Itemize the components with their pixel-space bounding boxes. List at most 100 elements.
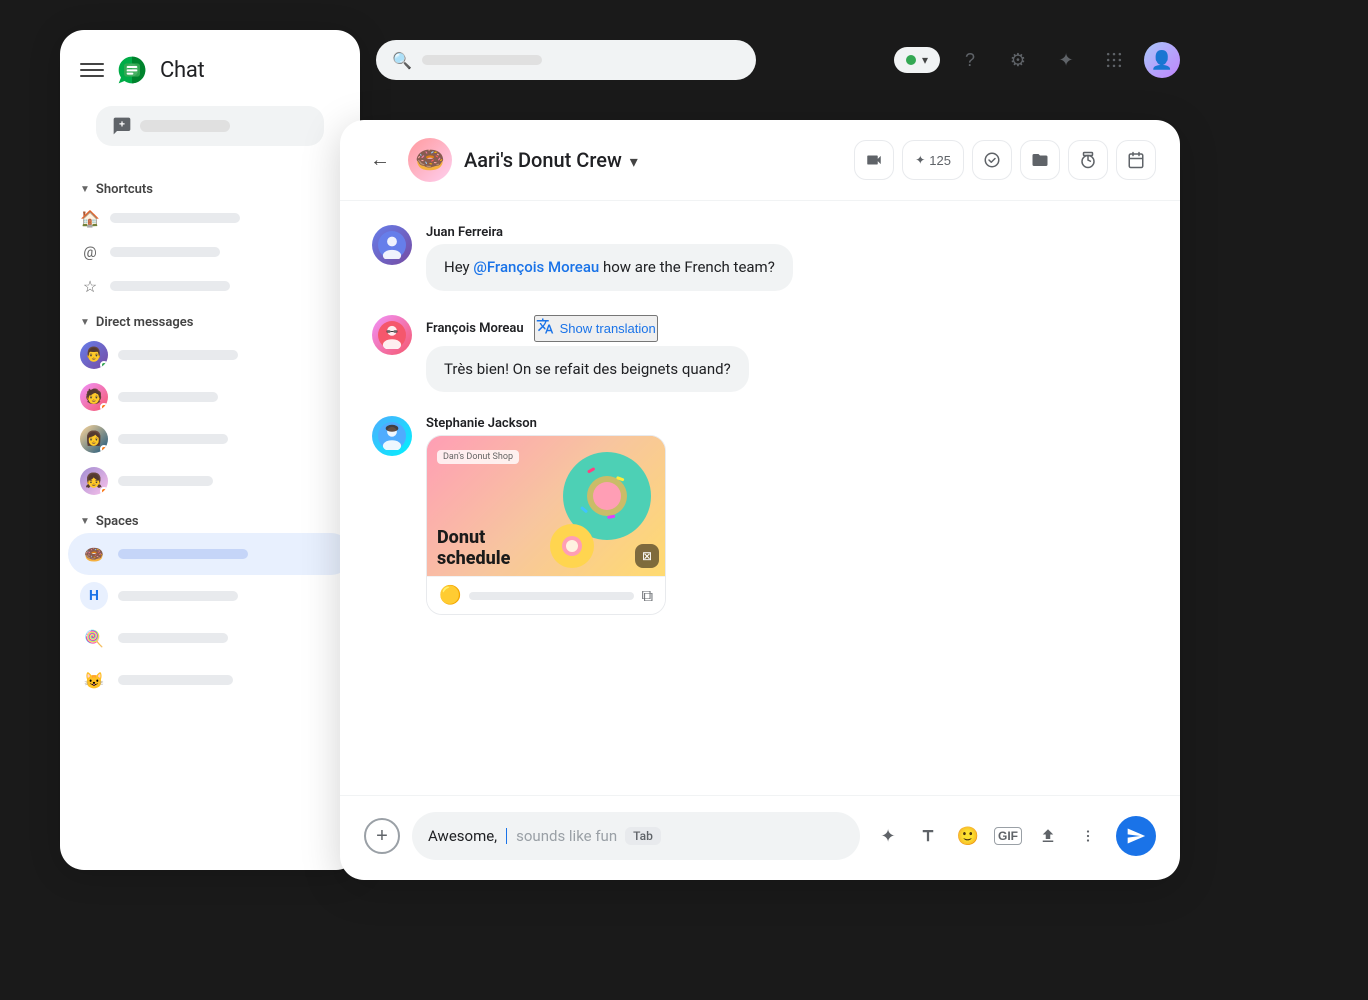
help-button[interactable]: ?: [952, 42, 988, 78]
format-text-button[interactable]: [912, 820, 944, 852]
stephanie-sender-name: Stephanie Jackson: [426, 416, 537, 431]
chat-header-actions: ✦ 125: [854, 140, 1156, 180]
gemini-compose-button[interactable]: ✦: [872, 820, 904, 852]
francois-avatar-img: [378, 321, 406, 349]
translate-svg-icon: [536, 317, 554, 335]
settings-icon: ⚙: [1010, 50, 1026, 71]
gemini-actions-button[interactable]: ✦ 125: [902, 140, 964, 180]
juan-sender-name: Juan Ferreira: [426, 225, 503, 240]
space-icon-candy: 🍭: [80, 624, 108, 652]
emoji-button[interactable]: 🙂: [952, 820, 984, 852]
spaces-section-label[interactable]: ▼ Spaces: [60, 506, 360, 533]
message-input-box[interactable]: Awesome, sounds like fun Tab: [412, 812, 860, 860]
chat-title-chevron-icon[interactable]: ▾: [630, 152, 638, 171]
status-chevron-icon: ▾: [922, 53, 928, 67]
add-attachment-button[interactable]: +: [364, 818, 400, 854]
juan-mention[interactable]: @François Moreau: [473, 258, 599, 276]
spaces-label-text: Spaces: [96, 514, 139, 529]
new-chat-button[interactable]: [96, 106, 324, 146]
message-group-francois: François Moreau Show translation Très bi…: [372, 315, 1148, 393]
card-overlay-icon: ⊠: [635, 544, 659, 568]
gif-icon: GIF: [994, 827, 1022, 845]
juan-message-content: Juan Ferreira Hey @François Moreau how a…: [426, 225, 793, 291]
francois-message-content: François Moreau Show translation Très bi…: [426, 315, 749, 393]
dm-3-bar: [118, 434, 228, 444]
dm-2-bar: [118, 392, 218, 402]
user-avatar[interactable]: 👤: [1144, 42, 1180, 78]
card-footer-icon: 🟡: [439, 585, 461, 606]
dm-avatar-3: 👩: [80, 425, 108, 453]
show-translation-button[interactable]: Show translation: [534, 315, 658, 342]
direct-messages-section: ▼ Direct messages 👨 🧑 👩: [60, 307, 360, 502]
juan-message-bubble: Hey @François Moreau how are the French …: [426, 244, 793, 291]
sidebar-item-home[interactable]: 🏠: [60, 201, 360, 235]
gemini-count: 125: [929, 153, 951, 168]
back-button[interactable]: ←: [364, 144, 396, 176]
search-input-placeholder: [422, 55, 542, 65]
files-button[interactable]: [1020, 140, 1060, 180]
spaces-chevron-icon: ▼: [80, 516, 90, 527]
stephanie-sender-row: Stephanie Jackson: [426, 416, 666, 431]
more-options-button[interactable]: [1072, 820, 1104, 852]
sidebar-item-space-h[interactable]: H: [60, 575, 360, 617]
send-button[interactable]: [1116, 816, 1156, 856]
card-shop-name-overlay: Dan's Donut Shop: [437, 444, 519, 463]
sidebar-item-dm-4[interactable]: 👧: [60, 460, 360, 502]
dm-avatar-2: 🧑: [80, 383, 108, 411]
shortcuts-section: ▼ Shortcuts 🏠 @ ☆: [60, 174, 360, 303]
status-button[interactable]: ▾: [894, 47, 940, 73]
settings-button[interactable]: ⚙: [1000, 42, 1036, 78]
dm-label-text: Direct messages: [96, 315, 194, 330]
card-shop-name-text: Dan's Donut Shop: [437, 450, 519, 464]
donut-schedule-card[interactable]: Dan's Donut Shop Donutschedule ⊠ 🟡 ⧉: [426, 435, 666, 615]
stephanie-avatar-img: [378, 422, 406, 450]
dm-status-dot-2: [100, 403, 108, 411]
space-icon-cat: 😺: [80, 666, 108, 694]
input-placeholder: sounds like fun: [516, 827, 617, 845]
more-options-icon: [1079, 827, 1097, 845]
sidebar-item-dm-2[interactable]: 🧑: [60, 376, 360, 418]
tasks-button[interactable]: [972, 140, 1012, 180]
search-icon: 🔍: [392, 51, 412, 70]
dm-status-dot-3: [100, 445, 108, 453]
card-copy-icon[interactable]: ⧉: [642, 586, 653, 606]
timer-button[interactable]: [1068, 140, 1108, 180]
sidebar-item-space-cat[interactable]: 😺: [60, 659, 360, 701]
input-cursor: [506, 828, 507, 844]
stephanie-message-content: Stephanie Jackson: [426, 416, 666, 615]
video-call-button[interactable]: [854, 140, 894, 180]
status-indicator: [906, 55, 916, 65]
sidebar-item-mentions[interactable]: @: [60, 235, 360, 269]
show-translation-label: Show translation: [560, 321, 656, 336]
calendar-button[interactable]: [1116, 140, 1156, 180]
sidebar-item-space-donut[interactable]: 🍩: [68, 533, 352, 575]
card-title-overlay: Donutschedule: [437, 527, 510, 570]
gemini-sparkle-button[interactable]: ✦: [1048, 42, 1084, 78]
sidebar-item-dm-3[interactable]: 👩: [60, 418, 360, 460]
juan-msg-after-mention: how are the French team?: [599, 258, 775, 276]
chat-title: Aari's Donut Crew: [464, 148, 622, 172]
add-icon: +: [376, 825, 388, 848]
juan-sender-row: Juan Ferreira: [426, 225, 793, 240]
shortcuts-label-text: Shortcuts: [96, 182, 153, 197]
sidebar-item-space-candy[interactable]: 🍭: [60, 617, 360, 659]
gif-button[interactable]: GIF: [992, 820, 1024, 852]
dm-status-dot-4: [100, 487, 108, 495]
stephanie-avatar: [372, 416, 412, 456]
dm-section-label[interactable]: ▼ Direct messages: [60, 307, 360, 334]
search-bar[interactable]: 🔍: [376, 40, 756, 80]
space-cat-bar: [118, 675, 233, 685]
sidebar-item-dm-1[interactable]: 👨: [60, 334, 360, 376]
apps-grid-button[interactable]: [1096, 42, 1132, 78]
messages-area: Juan Ferreira Hey @François Moreau how a…: [340, 201, 1180, 795]
shortcuts-section-label[interactable]: ▼ Shortcuts: [60, 174, 360, 201]
gemini-actions-icon: ✦: [915, 153, 925, 167]
sidebar-item-starred[interactable]: ☆: [60, 269, 360, 303]
dm-1-bar: [118, 350, 238, 360]
help-icon: ?: [965, 50, 975, 71]
gemini-sparkle-icon: ✦: [1058, 50, 1073, 71]
francois-avatar: [372, 315, 412, 355]
space-h-bar: [118, 591, 238, 601]
group-avatar: 🍩: [408, 138, 452, 182]
upload-button[interactable]: [1032, 820, 1064, 852]
